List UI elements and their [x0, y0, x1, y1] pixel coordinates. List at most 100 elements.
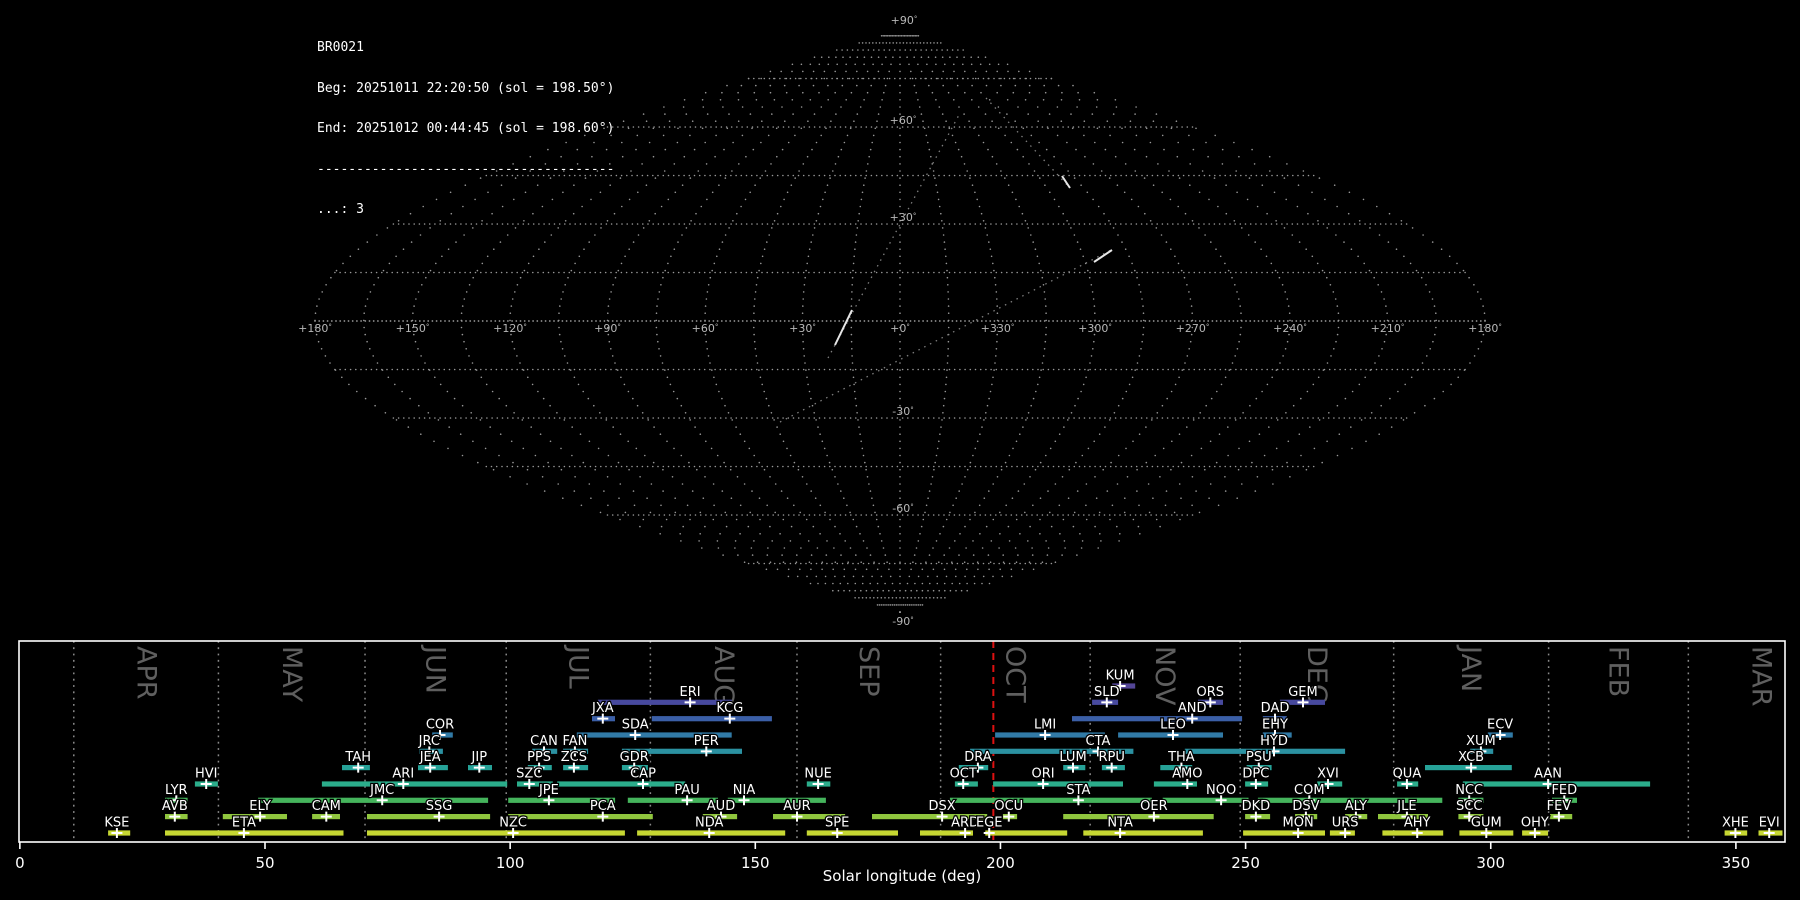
meridian-line [1428, 291, 1431, 293]
parallel-line [1003, 77, 1006, 80]
meridian-line [1233, 220, 1236, 222]
parallel-line [335, 320, 337, 322]
axis-tick-label: 0 [15, 854, 25, 872]
parallel-line [485, 465, 488, 468]
meridian-line [736, 476, 739, 478]
meridian-line [664, 148, 667, 151]
parallel-line [683, 465, 685, 468]
parallel-line [1042, 417, 1044, 419]
parallel-line [974, 174, 977, 177]
parallel-line [1224, 368, 1227, 371]
meridian-line [1285, 412, 1287, 414]
meridian-line [760, 262, 762, 265]
meridian-line [883, 49, 885, 51]
meridian-line [933, 42, 935, 44]
parallel-line [1412, 368, 1414, 371]
parallel-line [948, 465, 951, 468]
parallel-line [1114, 417, 1117, 419]
parallel-line [464, 271, 466, 274]
meridian-line [944, 390, 947, 393]
meteor-track [1093, 249, 1113, 263]
parallel-line [1073, 368, 1076, 371]
shower-label: GDR [620, 750, 649, 765]
parallel-line [1042, 223, 1044, 225]
meridian-line [1251, 461, 1253, 464]
meridian-line [395, 419, 398, 421]
shower-label: XHE [1722, 816, 1749, 831]
meridian-line [1208, 198, 1210, 201]
meridian-line [912, 604, 914, 606]
meridian-line [899, 91, 901, 94]
meridian-line [856, 84, 858, 87]
meridian-line [850, 298, 853, 300]
meridian-line [1274, 269, 1277, 272]
meridian-line [1108, 220, 1110, 222]
parallel-line [1266, 320, 1268, 322]
meridian-line [1045, 326, 1047, 329]
axis-tick-label: 200 [986, 854, 1015, 872]
meridian-line [882, 35, 884, 37]
meridian-line [984, 56, 987, 58]
parallel-line [688, 223, 691, 225]
parallel-line [1125, 368, 1128, 371]
meridian-line [904, 604, 907, 606]
meridian-line [902, 597, 905, 599]
parallel-line [813, 417, 816, 419]
meridian-line [664, 369, 666, 371]
meridian-line [1210, 397, 1213, 400]
parallel-line [943, 271, 946, 274]
meridian-line [884, 554, 887, 556]
parallel-line [662, 465, 665, 468]
parallel-line [1245, 174, 1247, 177]
parallel-line [1139, 126, 1142, 128]
parallel-line [849, 465, 852, 468]
parallel-line [1244, 417, 1247, 419]
parallel-line [741, 320, 744, 322]
parallel-line [1281, 417, 1283, 419]
parallel-line [1155, 514, 1158, 516]
parallel-line [427, 320, 430, 322]
meridian-line [755, 355, 758, 357]
meridian-line [538, 248, 540, 250]
parallel-line [745, 223, 748, 225]
meridian-line [607, 454, 610, 457]
parallel-line [828, 271, 831, 274]
meridian-line [1004, 177, 1006, 179]
parallel-line [381, 320, 383, 322]
parallel-line [511, 271, 513, 274]
meridian-line [888, 568, 890, 571]
meridian-line [1286, 163, 1288, 165]
meridian-line [760, 77, 762, 80]
parallel-line [951, 320, 954, 322]
parallel-line [912, 514, 914, 516]
parallel-line [604, 271, 607, 274]
meridian-line [1140, 348, 1142, 350]
meridian-line [808, 390, 811, 393]
meridian-line [660, 205, 663, 208]
meridian-line [314, 312, 317, 315]
meridian-line [1027, 540, 1029, 542]
parallel-line [720, 126, 723, 128]
meridian-line [1174, 255, 1176, 258]
parallel-line [751, 126, 754, 128]
meridian-line [889, 575, 892, 578]
parallel-line [480, 417, 483, 419]
meridian-line [930, 483, 932, 485]
parallel-line [1442, 320, 1444, 322]
meridian-line [1093, 440, 1095, 443]
meridian-line [865, 589, 868, 592]
meridian-line [324, 355, 327, 357]
parallel-line [1000, 465, 1003, 468]
meridian-line [899, 49, 901, 51]
parallel-line [1203, 465, 1206, 468]
parallel-line [1062, 126, 1064, 128]
parallel-line [1281, 174, 1284, 177]
parallel-line [762, 320, 765, 322]
meridian-line [699, 533, 701, 535]
meridian-line [849, 56, 851, 58]
parallel-line [933, 417, 935, 419]
shower-label: KSE [104, 816, 129, 831]
parallel-line [1229, 465, 1232, 468]
meridian-line [704, 525, 706, 528]
meridian-line [914, 604, 916, 606]
